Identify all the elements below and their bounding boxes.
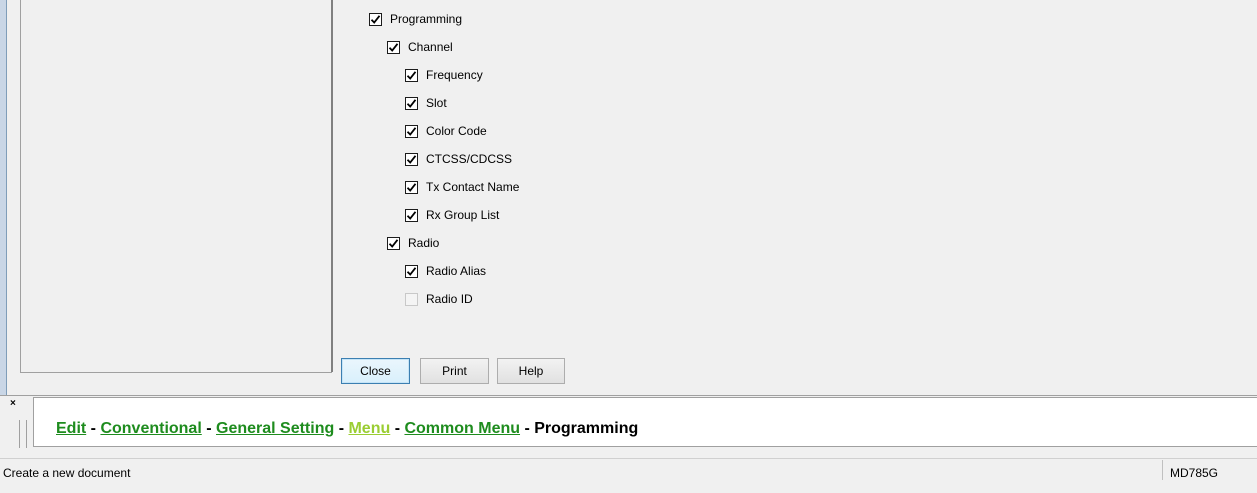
tree-item-label: Color Code [426, 124, 487, 138]
breadcrumb-link[interactable]: Conventional [100, 420, 201, 437]
tree-item[interactable]: Tx Contact Name [405, 177, 519, 197]
status-model: MD785G [1170, 466, 1219, 480]
help-button[interactable]: Help [497, 358, 565, 384]
breadcrumb-separator: - [334, 420, 349, 437]
unchecked-checkbox-icon[interactable] [405, 292, 418, 306]
breadcrumb-separator: - [201, 420, 216, 437]
breadcrumb-link[interactable]: Edit [56, 420, 86, 437]
tree-item-label: Radio [408, 236, 440, 250]
checked-checkbox-icon[interactable] [405, 180, 418, 194]
checked-checkbox-icon[interactable] [405, 264, 418, 278]
left-pane [20, 0, 333, 372]
checked-checkbox-icon[interactable] [405, 96, 418, 110]
breadcrumb-link[interactable]: Menu [348, 420, 390, 437]
tree-item-label: Channel [408, 40, 453, 54]
tree-item-label: Radio Alias [426, 264, 487, 278]
checked-checkbox-icon[interactable] [369, 12, 382, 26]
tree-item-label: Frequency [426, 68, 483, 82]
status-bar [0, 458, 1257, 493]
breadcrumb-separator: - [520, 420, 535, 437]
checked-checkbox-icon[interactable] [405, 68, 418, 82]
checked-checkbox-icon[interactable] [405, 152, 418, 166]
status-message: Create a new document [3, 466, 131, 480]
breadcrumb-link[interactable]: Common Menu [404, 420, 520, 437]
close-pane-icon[interactable]: × [10, 398, 16, 409]
breadcrumb-separator: - [86, 420, 101, 437]
status-divider [1162, 460, 1163, 480]
checked-checkbox-icon[interactable] [387, 236, 400, 250]
tree-item[interactable]: Color Code [405, 121, 487, 141]
breadcrumb-separator: - [390, 420, 405, 437]
tree-item[interactable]: Radio Alias [405, 261, 486, 281]
checked-checkbox-icon[interactable] [405, 208, 418, 222]
tree-item[interactable]: Rx Group List [405, 205, 499, 225]
pane-divider [20, 372, 332, 373]
breadcrumb-link[interactable]: General Setting [216, 420, 334, 437]
tree-item[interactable]: CTCSS/CDCSS [405, 149, 512, 169]
tree-item-label: Radio ID [426, 292, 473, 306]
breadcrumb: Edit - Conventional - General Setting - … [56, 420, 638, 438]
close-button[interactable]: Close [341, 358, 410, 384]
tree-item[interactable]: Radio ID [405, 289, 473, 309]
tree-item-label: CTCSS/CDCSS [426, 152, 513, 166]
window-left-edge [0, 0, 7, 395]
tree-item[interactable]: Frequency [405, 65, 483, 85]
tree-item-label: Tx Contact Name [426, 180, 520, 194]
print-button[interactable]: Print [420, 358, 489, 384]
tree-item-label: Programming [390, 12, 463, 26]
checked-checkbox-icon[interactable] [387, 40, 400, 54]
tree-item[interactable]: Channel [387, 37, 453, 57]
pane-grip-icon[interactable] [19, 420, 27, 448]
tree-item-label: Rx Group List [426, 208, 500, 222]
tree-item-label: Slot [426, 96, 447, 110]
tree-item[interactable]: Slot [405, 93, 447, 113]
breadcrumb-current: Programming [534, 420, 639, 437]
checked-checkbox-icon[interactable] [405, 124, 418, 138]
tree-item[interactable]: Programming [369, 9, 462, 29]
tree-item[interactable]: Radio [387, 233, 439, 253]
